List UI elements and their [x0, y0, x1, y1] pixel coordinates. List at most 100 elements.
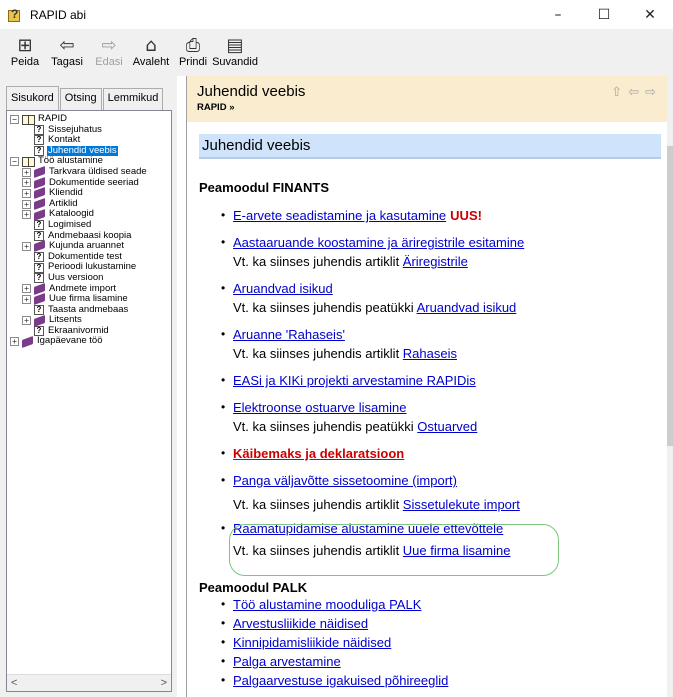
help-page-icon: ?	[34, 252, 44, 263]
minimize-button[interactable]: –	[535, 0, 581, 30]
link-e-arved[interactable]: E-arvete seadistamine ja kasutamine	[233, 208, 446, 223]
list-item: • Palgaarvestuse igakuised põhireeglid	[221, 673, 449, 688]
expand-icon[interactable]: +	[22, 167, 31, 177]
scroll-thumb[interactable]	[667, 146, 673, 446]
link-too-alustamine-palk[interactable]: Töö alustamine mooduliga PALK	[233, 597, 421, 612]
back-arrow-icon: ⇦	[59, 34, 75, 56]
close-button[interactable]: ✕	[627, 0, 673, 30]
see-also-line: Vt. ka siinses juhendis peatükki Aruandv…	[199, 300, 661, 315]
help-page-icon: ?	[34, 135, 44, 146]
previous-arrow-icon[interactable]: ⇦	[628, 85, 639, 100]
scroll-left-icon[interactable]: <	[11, 677, 17, 689]
expand-icon[interactable]: +	[22, 316, 31, 326]
see-also-text: Vt. ka siinses juhendis peatükki	[233, 419, 418, 434]
link-palgaarvestuse-pohireeglid[interactable]: Palgaarvestuse igakuised põhireeglid	[233, 673, 448, 688]
expand-icon[interactable]: +	[22, 210, 31, 220]
options-button[interactable]: ▤ Suvandid	[212, 30, 258, 74]
help-page-icon: ?	[34, 273, 44, 284]
closed-book-icon	[34, 240, 45, 253]
link-easi-kiki[interactable]: EASi ja KIKi projekti arvestamine RAPIDi…	[233, 373, 476, 388]
link-ostuarved[interactable]: Ostuarved	[417, 419, 477, 434]
tree-item-taasta-andmebaas[interactable]: ? Taasta andmebaas	[10, 304, 171, 316]
tree-item-tarkvara[interactable]: + Tarkvara üldised seade	[10, 166, 171, 179]
back-button[interactable]: ⇦ Tagasi	[46, 30, 88, 74]
home-button[interactable]: ⌂ Avaleht	[130, 30, 172, 74]
tree-item-logimised[interactable]: ? Logimised	[10, 219, 171, 231]
page-heading: Juhendid veebis	[199, 134, 661, 159]
link-rahaseis[interactable]: Rahaseis	[403, 346, 457, 361]
list-item: • Aruandvad isikud	[221, 281, 333, 296]
link-arvestusliikide[interactable]: Arvestusliikide näidised	[233, 616, 368, 631]
breadcrumb[interactable]: RAPID »	[197, 102, 234, 113]
list-item: • Käibemaks ja deklaratsioon	[221, 446, 405, 461]
link-kaibemaks[interactable]: Käibemaks ja deklaratsioon	[233, 446, 404, 461]
closed-book-icon	[22, 335, 33, 348]
topic-title: Juhendid veebis	[197, 83, 306, 100]
link-raamatupidamise-alustamine[interactable]: Raamatupidamise alustamine uuele ettevõt…	[233, 521, 503, 536]
expand-icon[interactable]: +	[22, 294, 31, 304]
link-aruandvad-isikud[interactable]: Aruandvad isikud	[233, 281, 333, 296]
see-also-text: Vt. ka siinses juhendis artiklit	[233, 346, 403, 361]
link-panga-valjavote[interactable]: Panga väljavõtte sissetoomine (import)	[233, 473, 457, 488]
list-item: • Raamatupidamise alustamine uuele ettevõ…	[221, 521, 504, 536]
tab-contents[interactable]: Sisukord	[6, 86, 59, 110]
tree-item-kataloogid[interactable]: + Kataloogid	[10, 208, 171, 221]
link-aastaaruanne[interactable]: Aastaaruande koostamine ja äriregistrile…	[233, 235, 524, 250]
new-badge: UUS!	[450, 208, 482, 223]
expand-icon[interactable]: +	[22, 188, 31, 198]
tab-favorites[interactable]: Lemmikud	[102, 88, 164, 110]
tree-item-rapid[interactable]: − RAPID	[10, 113, 171, 125]
topic-nav: ⇧ ⇦ ⇨	[611, 85, 656, 100]
tree-item-dokumentide-seeriad[interactable]: + Dokumentide seeriad	[10, 176, 171, 189]
section-palk-heading: Peamoodul PALK	[199, 580, 308, 595]
print-button[interactable]: ⎙ Prindi	[172, 30, 214, 74]
help-page-icon: ?	[34, 304, 44, 315]
see-also-line: Vt. ka siinses juhendis artiklit Sissetu…	[199, 497, 661, 512]
horizontal-scrollbar[interactable]: < >	[7, 674, 171, 691]
help-page-icon: ?	[34, 230, 44, 241]
link-aruandvad-isikud-chapter[interactable]: Aruandvad isikud	[417, 300, 517, 315]
up-arrow-icon[interactable]: ⇧	[611, 85, 622, 100]
closed-book-icon	[34, 198, 45, 211]
next-arrow-icon[interactable]: ⇨	[645, 85, 656, 100]
link-kinnipidamisliikide[interactable]: Kinnipidamisliikide näidised	[233, 635, 391, 650]
list-item: • Elektroonse ostuarve lisamine	[221, 400, 407, 415]
tree-item-sissejuhatus[interactable]: ? Sissejuhatus	[10, 124, 171, 136]
forward-button[interactable]: ⇨ Edasi	[88, 30, 130, 74]
list-item: • Arvestusliikide näidised	[221, 616, 369, 631]
expand-icon[interactable]: +	[22, 284, 31, 294]
title-bar: ? RAPID abi – ☐ ✕	[0, 0, 673, 30]
list-item: • Töö alustamine mooduliga PALK	[221, 597, 422, 612]
link-sissetulekute-import[interactable]: Sissetulekute import	[403, 497, 520, 512]
list-item: • Aastaaruande koostamine ja äriregistril…	[221, 235, 525, 250]
tree-item-uus-versioon[interactable]: ? Uus versioon	[10, 272, 171, 284]
link-palga-arvestamine[interactable]: Palga arvestamine	[233, 654, 341, 669]
help-page-icon: ?	[34, 262, 44, 273]
maximize-button[interactable]: ☐	[581, 0, 627, 30]
collapse-icon[interactable]: −	[10, 157, 19, 167]
expand-icon[interactable]: +	[22, 199, 31, 209]
tree-item-kliendid[interactable]: + Kliendid	[10, 187, 171, 200]
expand-icon[interactable]: +	[22, 178, 31, 188]
back-label: Tagasi	[51, 56, 83, 68]
link-ariregistrile[interactable]: Äriregistrile	[403, 254, 468, 269]
tree-item-igapaevane-too[interactable]: + Igapäevane töö	[10, 335, 171, 348]
link-ostuarve[interactable]: Elektroonse ostuarve lisamine	[233, 400, 406, 415]
expand-icon[interactable]: +	[10, 337, 19, 347]
link-rahaseis-report[interactable]: Aruanne 'Rahaseis'	[233, 327, 345, 342]
expand-icon[interactable]: +	[22, 241, 31, 251]
closed-book-icon	[34, 293, 45, 306]
closed-book-icon	[34, 208, 45, 221]
vertical-scrollbar[interactable]	[667, 76, 673, 697]
scroll-right-icon[interactable]: >	[161, 677, 167, 689]
home-label: Avaleht	[132, 56, 170, 68]
link-uue-firma-lisamine[interactable]: Uue firma lisamine	[403, 543, 511, 558]
help-page-icon: ?	[34, 220, 44, 231]
see-also-text: Vt. ka siinses juhendis artiklit	[233, 497, 403, 512]
collapse-icon[interactable]: −	[10, 114, 19, 124]
hide-button[interactable]: ⊞ Peida	[4, 30, 46, 74]
section-finants-heading: Peamoodul FINANTS	[199, 180, 330, 195]
options-icon: ▤	[226, 34, 244, 56]
tab-search[interactable]: Otsing	[59, 88, 102, 110]
options-label: Suvandid	[212, 56, 258, 68]
